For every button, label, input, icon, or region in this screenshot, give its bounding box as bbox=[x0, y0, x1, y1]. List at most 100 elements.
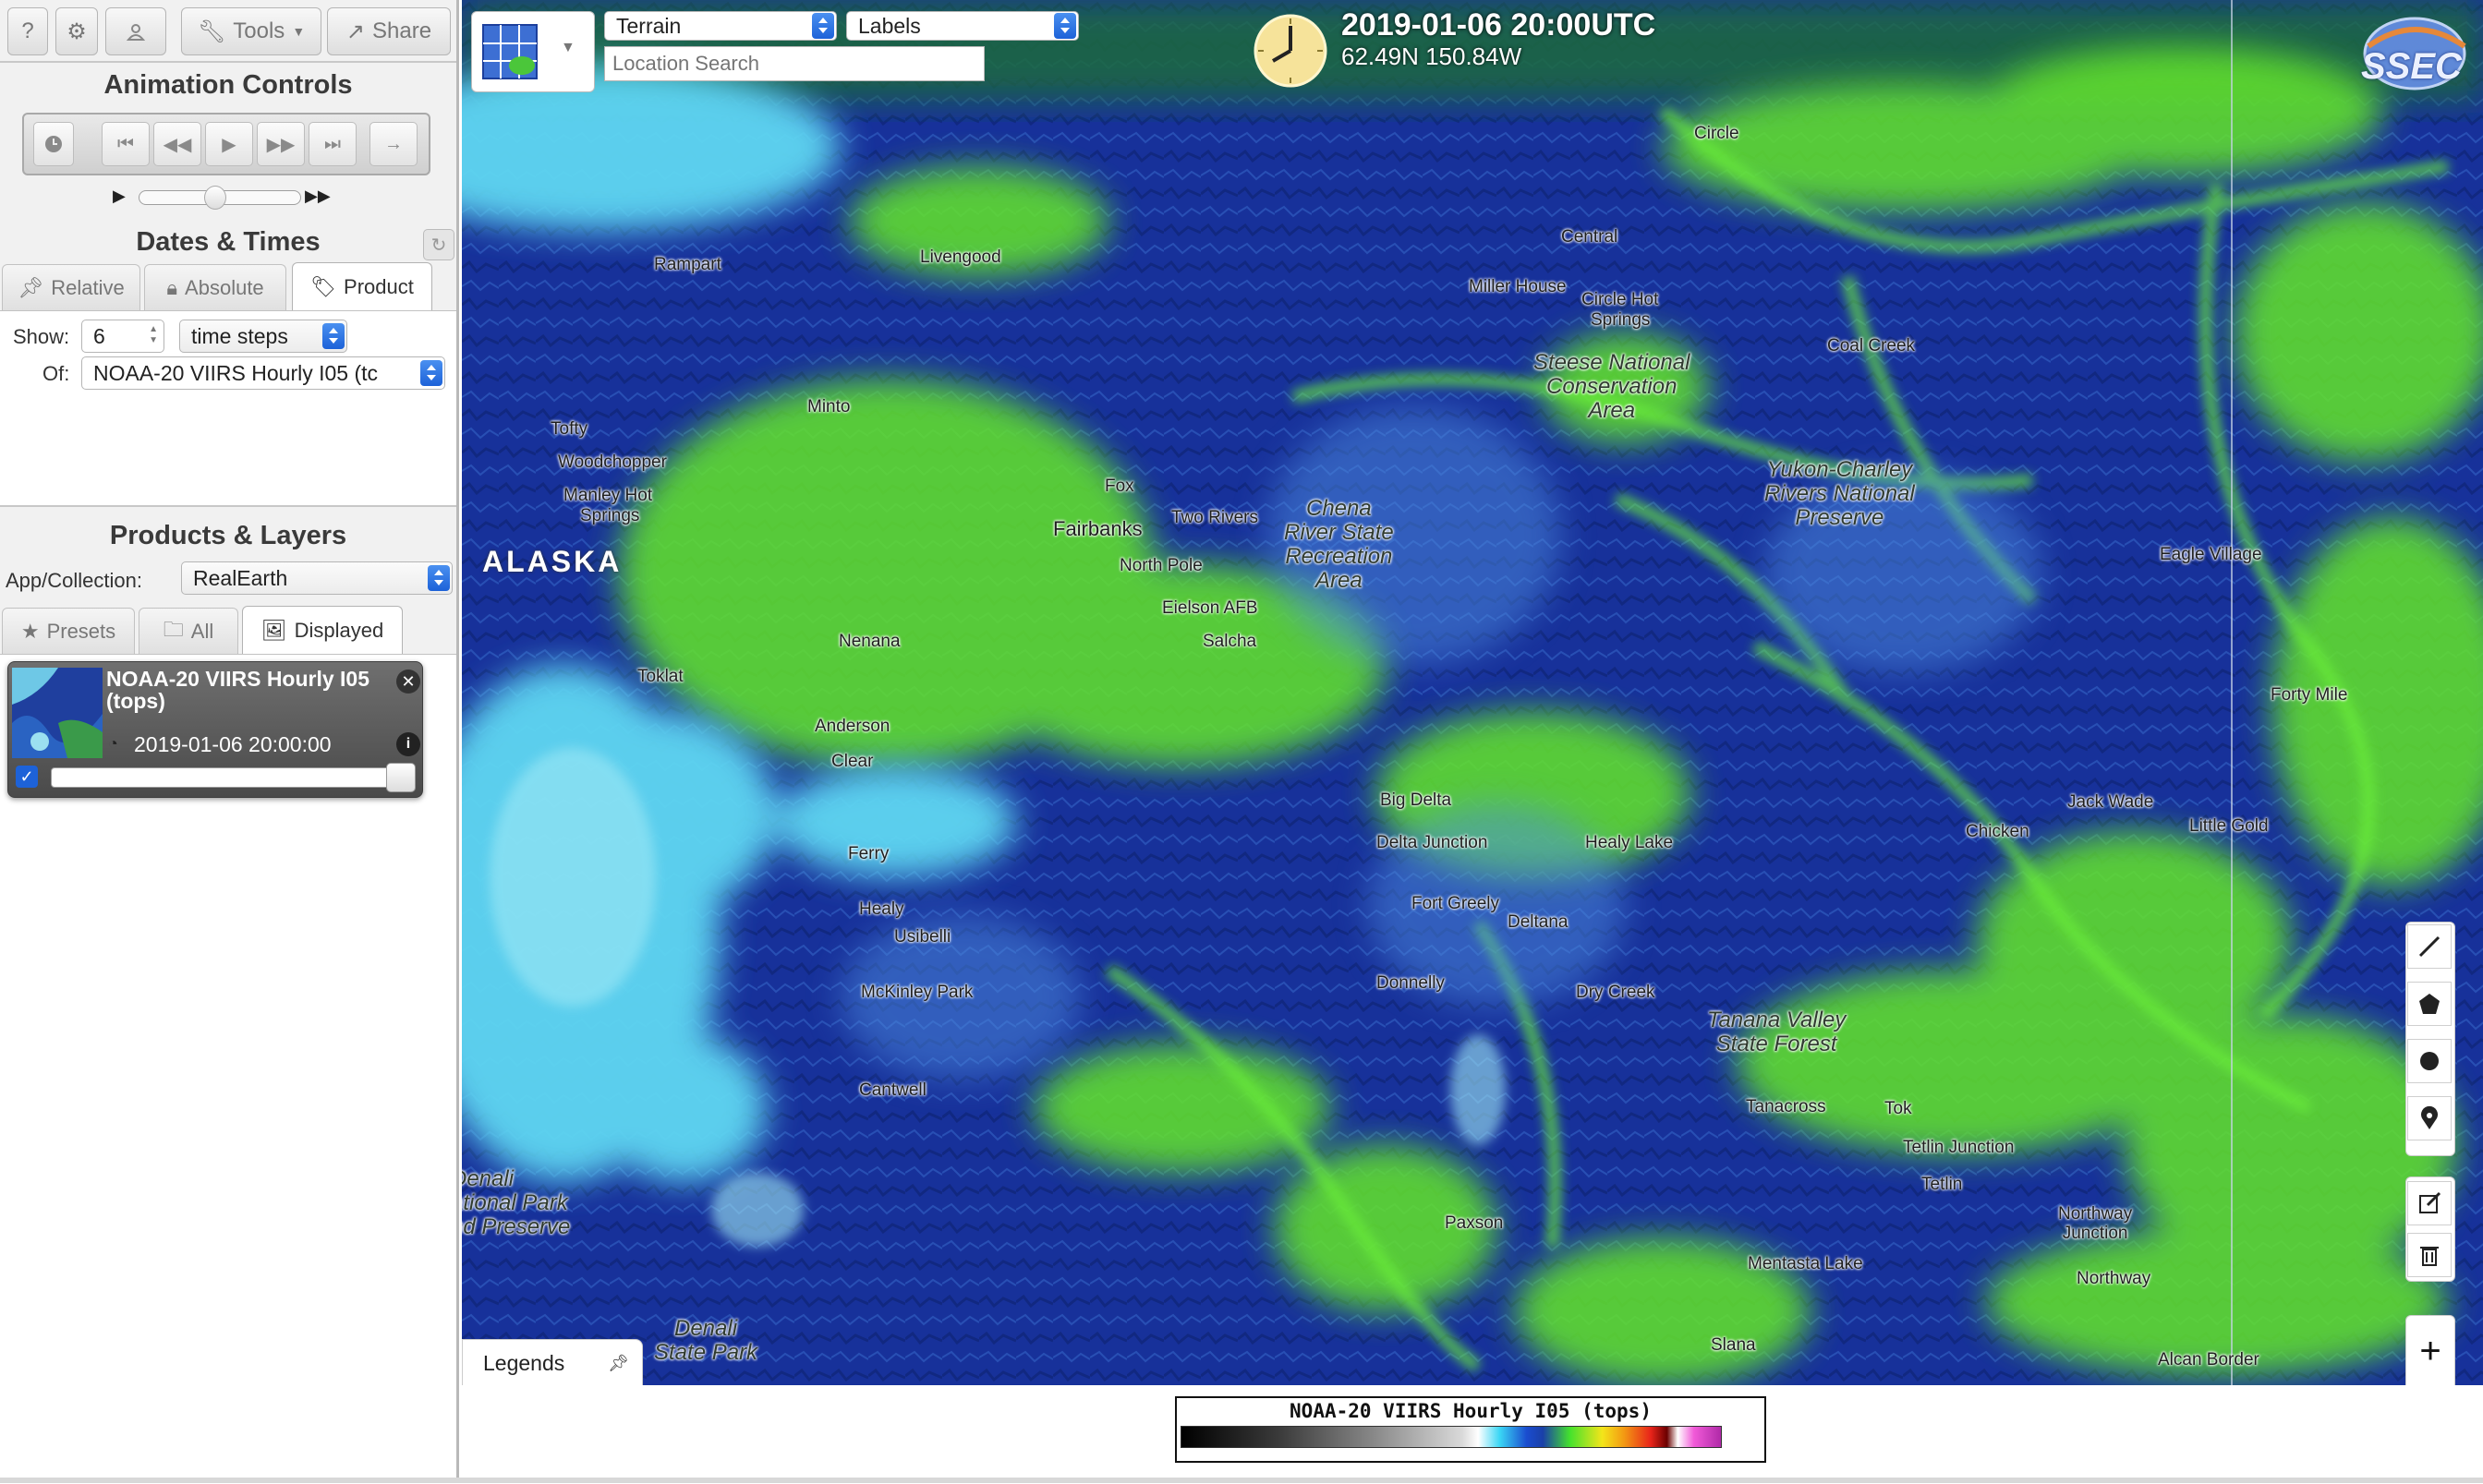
clock-icon bbox=[1254, 14, 1327, 88]
products-title: Products & Layers bbox=[109, 521, 347, 550]
collection-value: RealEarth bbox=[193, 565, 288, 590]
place-label: Alcan Border bbox=[2158, 1350, 2259, 1369]
first-frame-button[interactable]: ⏮ bbox=[102, 122, 150, 166]
layer-visibility-checkbox[interactable]: ✓ bbox=[16, 766, 38, 788]
pin-icon[interactable]: 📌︎ bbox=[608, 1354, 629, 1373]
map-view[interactable]: ▼ Terrain Labels 2019-01-06 20:00UTC 62.… bbox=[462, 0, 2483, 1385]
delete-shapes-button[interactable] bbox=[2407, 1233, 2452, 1277]
trash-icon bbox=[2420, 1247, 2439, 1266]
place-label: Circle bbox=[1694, 124, 1739, 143]
clock-icon: ◔ bbox=[108, 734, 118, 753]
tab-presets[interactable]: ★ Presets bbox=[2, 608, 135, 654]
arrow-right-icon: → bbox=[384, 133, 403, 154]
draw-marker-button[interactable] bbox=[2407, 1096, 2452, 1140]
legends-tab[interactable]: Legends 📌︎ bbox=[462, 1339, 643, 1385]
layer-picker-button[interactable]: ▼ bbox=[471, 11, 595, 92]
stepper-icon[interactable]: ▲ ▼ bbox=[149, 324, 158, 346]
place-label: Yukon-Charley Rivers National Preserve bbox=[1764, 457, 1915, 530]
legend-title: NOAA-20 VIIRS Hourly I05 (tops) bbox=[1290, 1400, 1652, 1422]
step-back-button[interactable]: ◀◀ bbox=[153, 122, 201, 166]
show-count-input[interactable]: 6 ▲ ▼ bbox=[81, 320, 164, 353]
speed-slider-handle[interactable] bbox=[204, 186, 226, 210]
opacity-slider-handle[interactable] bbox=[386, 763, 416, 792]
speed-slider[interactable] bbox=[139, 186, 301, 210]
draw-polygon-button[interactable] bbox=[2407, 982, 2452, 1026]
loop-button[interactable]: → bbox=[369, 122, 418, 166]
product-select[interactable]: NOAA-20 VIIRS Hourly I05 (tc bbox=[81, 356, 445, 390]
place-label: Tok bbox=[1884, 1099, 1912, 1118]
tab-relative[interactable]: 📌︎ Relative bbox=[2, 264, 140, 310]
opacity-slider[interactable] bbox=[51, 763, 416, 792]
animation-controls: ⏮ ◀◀ ▶ ▶▶ ⏭ → bbox=[22, 113, 430, 175]
place-label: Little Gold bbox=[2189, 816, 2269, 836]
divider bbox=[0, 61, 456, 63]
place-label: North Pole bbox=[1120, 556, 1203, 575]
settings-button[interactable]: ⚙ bbox=[55, 7, 98, 55]
collection-select[interactable]: RealEarth bbox=[181, 561, 453, 595]
basemap-select[interactable]: Terrain bbox=[604, 11, 837, 41]
legend-panel: NOAA-20 VIIRS Hourly I05 (tops) bbox=[462, 1385, 2483, 1483]
last-frame-button[interactable]: ⏭ bbox=[309, 122, 357, 166]
layer-time: 2019-01-06 20:00:00 bbox=[134, 732, 332, 756]
select-arrows-icon bbox=[420, 360, 442, 386]
help-button[interactable]: ? bbox=[7, 7, 48, 55]
place-label: Delta Junction bbox=[1376, 833, 1488, 852]
user-button[interactable] bbox=[105, 7, 166, 55]
draw-line-button[interactable] bbox=[2407, 924, 2452, 969]
play-button[interactable]: ▶ bbox=[205, 122, 253, 166]
ssec-logo[interactable]: SSEC bbox=[2356, 13, 2472, 92]
place-label: Usibelli bbox=[894, 927, 951, 947]
place-label: ALASKA bbox=[482, 545, 623, 578]
place-label: Healy Lake bbox=[1585, 833, 1674, 852]
place-label: Dry Creek bbox=[1576, 983, 1655, 1002]
clock-button[interactable] bbox=[33, 122, 74, 166]
place-label: Chicken bbox=[1966, 822, 2029, 841]
image-icon: 🖼︎ bbox=[260, 618, 287, 642]
place-label: Circle Hot bbox=[1581, 290, 1659, 309]
tab-product[interactable]: 🏷︎ Product bbox=[292, 262, 432, 310]
time-steps-select[interactable]: time steps bbox=[179, 320, 347, 353]
zoom-in-button[interactable]: + bbox=[2405, 1315, 2455, 1385]
edit-shapes-button[interactable] bbox=[2407, 1181, 2452, 1225]
place-label: Paxson bbox=[1445, 1213, 1504, 1233]
share-button[interactable]: ↗ Share bbox=[327, 7, 451, 55]
tab-all[interactable]: 🗀 All bbox=[139, 608, 238, 654]
colorbar-legend: NOAA-20 VIIRS Hourly I05 (tops) bbox=[1175, 1396, 1766, 1463]
draw-circle-button[interactable] bbox=[2407, 1039, 2452, 1083]
step-forward-button[interactable]: ▶▶ bbox=[257, 122, 305, 166]
labels-value: Labels bbox=[858, 13, 921, 38]
place-label: Anderson bbox=[815, 717, 890, 736]
dates-title: Dates & Times bbox=[136, 227, 321, 257]
place-label: Forty Mile bbox=[2271, 685, 2348, 705]
place-label: Tetlin Junction bbox=[1903, 1138, 2015, 1157]
polygon-icon bbox=[2419, 994, 2440, 1014]
tools-button[interactable]: 🔧︎ Tools ▼ bbox=[181, 7, 321, 55]
satellite-imagery bbox=[462, 0, 2483, 1385]
chevron-down-icon: ▼ bbox=[561, 40, 575, 55]
layer-card[interactable]: NOAA-20 VIIRS Hourly I05 (tops) ✕ ◔ 2019… bbox=[7, 661, 423, 798]
place-label: Eagle Village bbox=[2160, 545, 2262, 564]
tab-displayed[interactable]: 🖼︎ Displayed bbox=[242, 606, 403, 654]
place-label: Manley Hot bbox=[563, 486, 653, 505]
select-arrows-icon bbox=[1054, 13, 1076, 39]
place-label: Nenana bbox=[839, 632, 901, 651]
remove-layer-button[interactable]: ✕ bbox=[396, 670, 420, 694]
close-icon: ✕ bbox=[401, 671, 416, 691]
tab-absolute[interactable]: 🔒︎ Absolute bbox=[144, 264, 286, 310]
show-count-value: 6 bbox=[93, 323, 105, 348]
refresh-button[interactable]: ↻ bbox=[423, 229, 454, 260]
chevron-down-icon: ▼ bbox=[292, 24, 306, 39]
user-icon bbox=[127, 24, 145, 41]
location-search-input[interactable] bbox=[604, 46, 985, 81]
place-label: Woodchopper bbox=[558, 452, 667, 472]
labels-select[interactable]: Labels bbox=[846, 11, 1079, 41]
skip-start-icon: ⏮ bbox=[117, 133, 134, 154]
layer-info-button[interactable]: i bbox=[396, 732, 420, 756]
circle-icon bbox=[2420, 1052, 2439, 1070]
place-label: Springs bbox=[580, 506, 640, 525]
place-label: Toklat bbox=[637, 667, 684, 686]
place-label: Salcha bbox=[1203, 632, 1257, 651]
place-label: Slana bbox=[1711, 1335, 1756, 1355]
select-arrows-icon bbox=[428, 565, 450, 591]
plus-icon: + bbox=[2419, 1330, 2441, 1371]
